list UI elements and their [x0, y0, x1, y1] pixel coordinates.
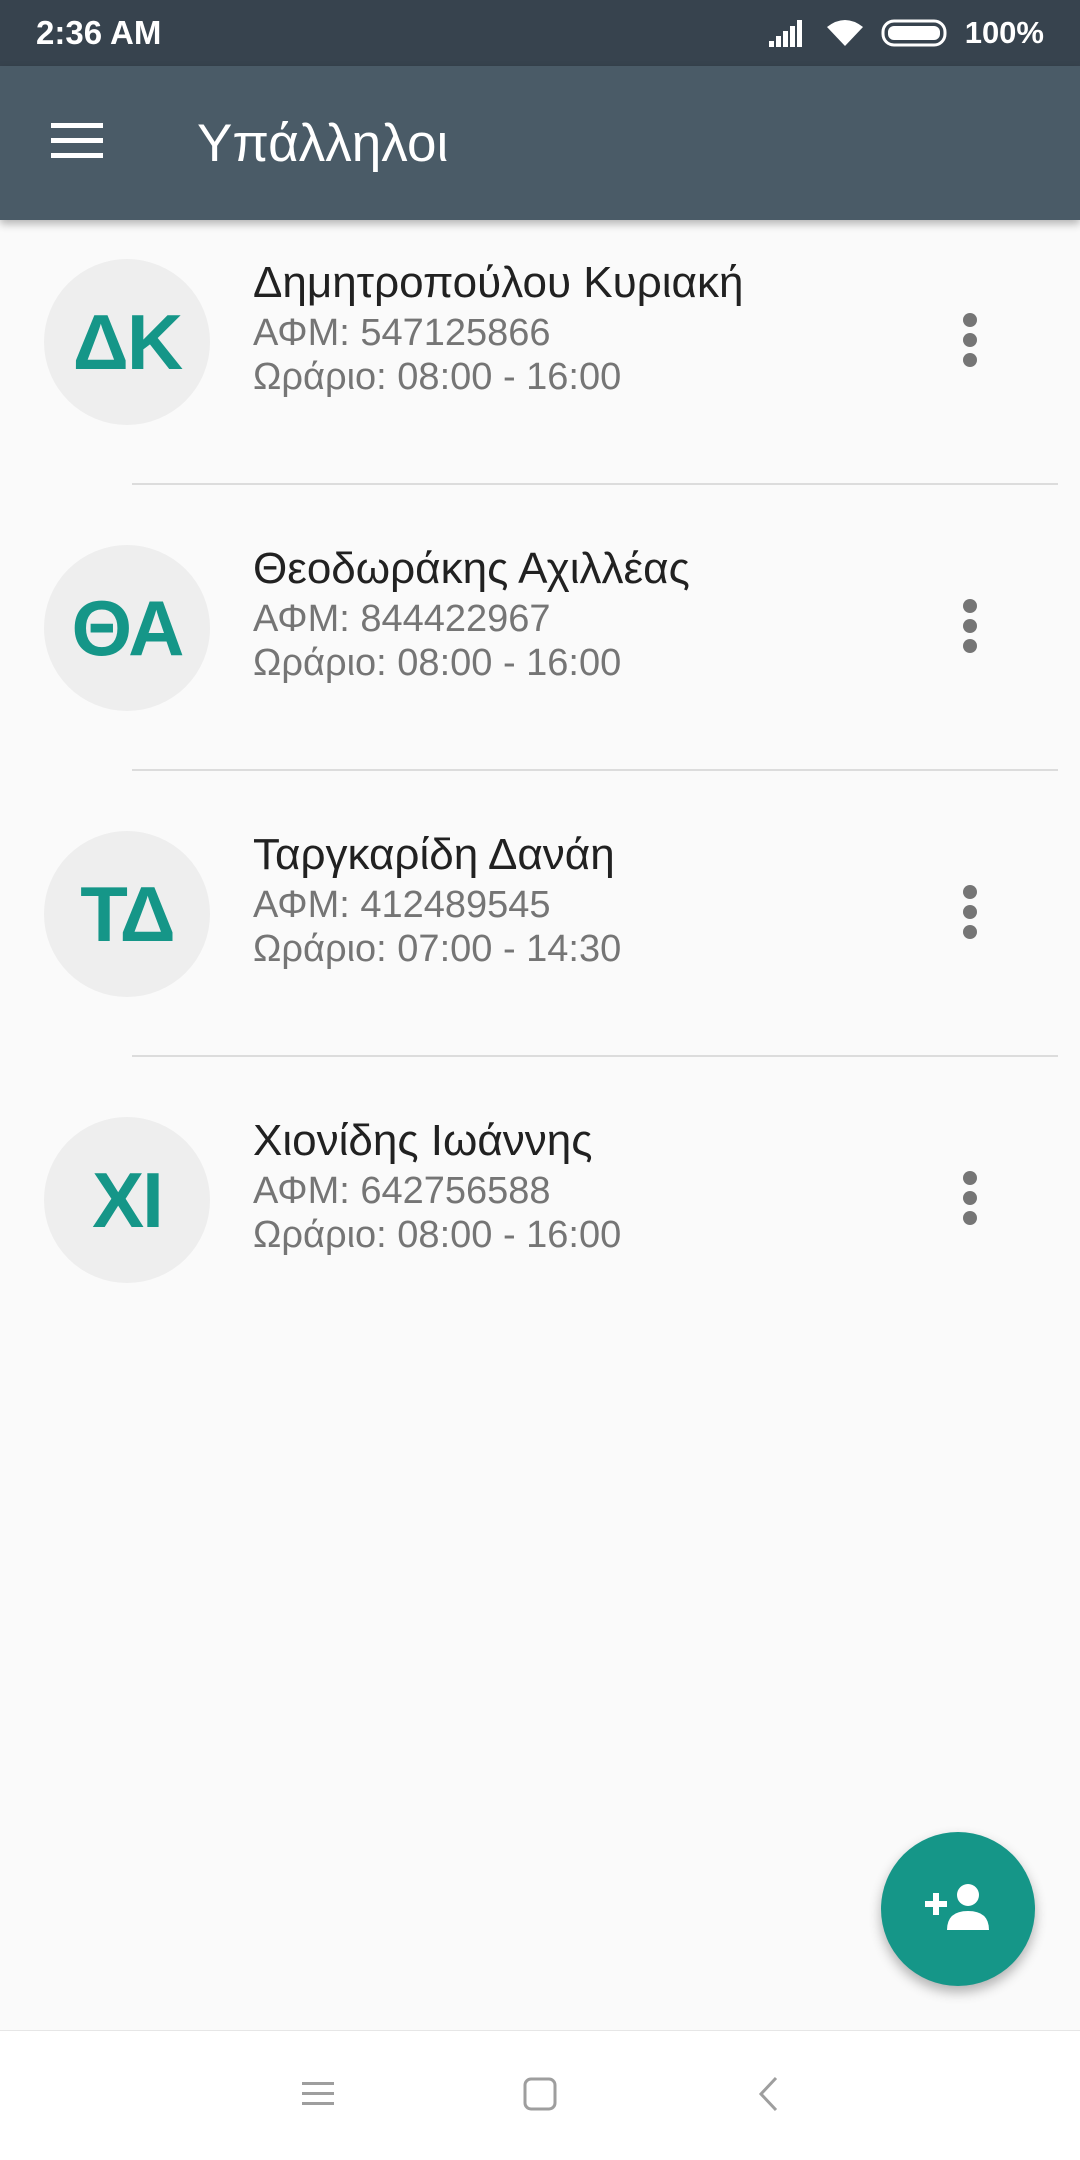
list-item[interactable]: ΤΔ Ταργκαρίδη Δανάη ΑΦΜ: 412489545 Ωράρι…: [0, 792, 1080, 1078]
recents-button[interactable]: [283, 2061, 353, 2131]
avatar: ΤΔ: [44, 831, 210, 997]
employee-list: ΔΚ Δημητροπούλου Κυριακή ΑΦΜ: 547125866 …: [0, 220, 1080, 1364]
list-item[interactable]: ΘΑ Θεοδωράκης Αχιλλέας ΑΦΜ: 844422967 Ωρ…: [0, 506, 1080, 792]
avatar: ΘΑ: [44, 545, 210, 711]
avatar: ΔΚ: [44, 259, 210, 425]
wifi-icon: [825, 18, 865, 48]
employee-name: Χιονίδης Ιωάννης: [253, 1116, 593, 1165]
employee-name: Δημητροπούλου Κυριακή: [253, 258, 744, 307]
status-bar: 2:36 AM 100%: [0, 0, 1080, 66]
more-vert-icon: [962, 884, 978, 945]
employee-info: Δημητροπούλου Κυριακή ΑΦΜ: 547125866 Ωρά…: [253, 255, 743, 399]
divider: [132, 1055, 1058, 1057]
hamburger-menu-icon: [51, 122, 103, 164]
back-button[interactable]: [733, 2061, 803, 2131]
home-button[interactable]: [505, 2061, 575, 2131]
employee-schedule: Ωράριο: 08:00 - 16:00: [253, 1214, 622, 1256]
employee-info: Χιονίδης Ιωάννης ΑΦΜ: 642756588 Ωράριο: …: [253, 1113, 621, 1257]
employee-name: Θεοδωράκης Αχιλλέας: [253, 544, 690, 593]
menu-button[interactable]: [40, 111, 114, 175]
page-title: Υπάλληλοι: [197, 113, 449, 173]
employee-name: Ταργκαρίδη Δανάη: [253, 830, 615, 879]
more-vert-icon: [962, 1170, 978, 1231]
employee-afm: ΑΦΜ: 547125866: [253, 312, 551, 354]
employee-schedule: Ωράριο: 08:00 - 16:00: [253, 642, 622, 684]
battery-icon: [881, 18, 949, 48]
employee-schedule: Ωράριο: 08:00 - 16:00: [253, 356, 622, 398]
add-employee-button[interactable]: [881, 1832, 1035, 1986]
employee-afm: ΑΦΜ: 642756588: [253, 1170, 551, 1212]
battery-percent: 100%: [964, 15, 1044, 50]
employee-info: Ταργκαρίδη Δανάη ΑΦΜ: 412489545 Ωράριο: …: [253, 827, 621, 971]
more-vert-icon: [962, 312, 978, 373]
divider: [132, 483, 1058, 485]
status-icons: 100%: [768, 15, 1044, 51]
more-options-button[interactable]: [940, 1160, 1000, 1240]
avatar: ΧΙ: [44, 1117, 210, 1283]
home-icon: [522, 2076, 558, 2117]
employee-afm: ΑΦΜ: 844422967: [253, 598, 551, 640]
app-bar: Υπάλληλοι: [0, 66, 1080, 220]
status-time: 2:36 AM: [36, 14, 162, 51]
system-nav-bar: [0, 2030, 1080, 2160]
divider: [132, 769, 1058, 771]
more-vert-icon: [962, 598, 978, 659]
employee-schedule: Ωράριο: 07:00 - 14:30: [253, 928, 622, 970]
more-options-button[interactable]: [940, 588, 1000, 668]
list-item[interactable]: ΧΙ Χιονίδης Ιωάννης ΑΦΜ: 642756588 Ωράρι…: [0, 1078, 1080, 1364]
employee-info: Θεοδωράκης Αχιλλέας ΑΦΜ: 844422967 Ωράρι…: [253, 541, 690, 685]
recents-icon: [300, 2079, 336, 2114]
more-options-button[interactable]: [940, 874, 1000, 954]
back-icon: [756, 2075, 780, 2118]
employee-afm: ΑΦΜ: 412489545: [253, 884, 551, 926]
signal-icon: [768, 19, 809, 47]
more-options-button[interactable]: [940, 302, 1000, 382]
list-item[interactable]: ΔΚ Δημητροπούλου Κυριακή ΑΦΜ: 547125866 …: [0, 220, 1080, 506]
add-person-icon: [925, 1882, 991, 1937]
